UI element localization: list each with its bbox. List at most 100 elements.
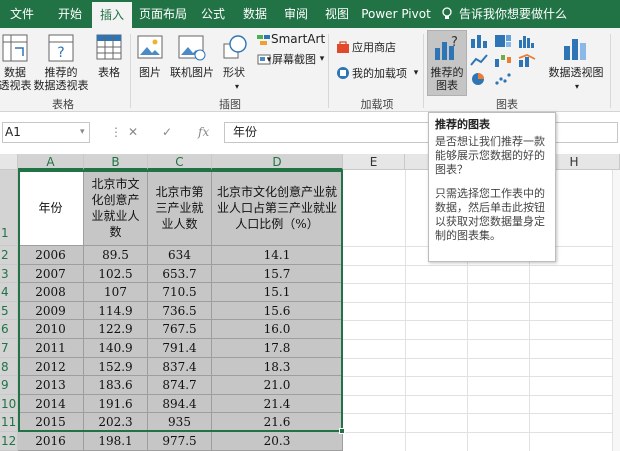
cell-year[interactable]: 2006 (18, 246, 84, 265)
cell-ratio[interactable]: 20.3 (212, 432, 343, 451)
cell-cultural-employment[interactable]: 89.5 (84, 246, 148, 265)
pie-chart-icon[interactable] (470, 72, 488, 86)
statistic-chart-icon[interactable] (518, 34, 536, 48)
cell-ratio[interactable]: 15.6 (212, 301, 343, 321)
confirm-icon[interactable]: ✓ (162, 122, 172, 143)
row-header[interactable]: 2 (0, 246, 18, 265)
row-header[interactable]: 4 (0, 283, 18, 302)
cell-year[interactable]: 2011 (18, 339, 84, 358)
column-header-a[interactable]: A (18, 154, 84, 170)
cell-cultural-employment[interactable]: 191.6 (84, 394, 148, 414)
cell-tertiary-employment[interactable]: 653.7 (148, 264, 212, 284)
row-header[interactable]: 1 (0, 170, 18, 246)
cell-tertiary-employment[interactable]: 837.4 (148, 357, 212, 377)
row-header[interactable]: 9 (0, 376, 18, 395)
cell-tertiary-employment[interactable]: 874.7 (148, 376, 212, 395)
cell-tertiary-employment[interactable]: 767.5 (148, 320, 212, 339)
header-cell-year[interactable]: 年份 (18, 170, 84, 246)
vertical-scrollbar[interactable] (612, 170, 620, 451)
line-chart-icon[interactable] (470, 53, 488, 67)
row-header[interactable]: 5 (0, 301, 18, 321)
cell-cultural-employment[interactable]: 152.9 (84, 357, 148, 377)
cell-year[interactable]: 2008 (18, 283, 84, 302)
cell-year[interactable]: 2010 (18, 320, 84, 339)
tab-insert[interactable]: 插入 (92, 2, 132, 28)
tab-home[interactable]: 开始 (50, 0, 90, 28)
cell-cultural-employment[interactable]: 114.9 (84, 301, 148, 321)
cell-tertiary-employment[interactable]: 894.4 (148, 394, 212, 414)
waterfall-chart-icon[interactable] (494, 53, 512, 67)
cell-ratio[interactable]: 21.4 (212, 394, 343, 414)
name-box[interactable]: A1 (2, 122, 90, 143)
row-header[interactable]: 10 (0, 394, 18, 414)
row-header[interactable]: 3 (0, 264, 18, 284)
cell-ratio[interactable]: 15.7 (212, 264, 343, 284)
header-cell-tertiary-employment[interactable]: 北京市第三产业就业人数 (148, 170, 212, 246)
cell-cultural-employment[interactable]: 102.5 (84, 264, 148, 284)
column-header-e[interactable]: E (343, 154, 405, 170)
function-icon[interactable]: fx (198, 122, 209, 143)
cancel-icon[interactable]: ✕ (128, 122, 138, 143)
row-header[interactable]: 11 (0, 413, 18, 432)
cell-year[interactable]: 2012 (18, 357, 84, 377)
cell-tertiary-employment[interactable]: 935 (148, 413, 212, 432)
tab-formulas[interactable]: 公式 (196, 0, 230, 28)
column-header-c[interactable]: C (148, 154, 212, 170)
gridline (343, 301, 612, 303)
tab-power-pivot[interactable]: Power Pivot (360, 0, 432, 28)
cell-year[interactable]: 2014 (18, 394, 84, 414)
cell-cultural-employment[interactable]: 107 (84, 283, 148, 302)
scatter-chart-icon[interactable] (494, 72, 512, 86)
column-chart-icon[interactable] (470, 34, 488, 48)
row-header[interactable]: 7 (0, 339, 18, 358)
tab-file[interactable]: 文件 (2, 0, 42, 28)
cell-cultural-employment[interactable]: 202.3 (84, 413, 148, 432)
cell-year[interactable]: 2016 (18, 432, 84, 451)
tab-page-layout[interactable]: 页面布局 (136, 0, 190, 28)
cell-cultural-employment[interactable]: 183.6 (84, 376, 148, 395)
cell-ratio[interactable]: 16.0 (212, 320, 343, 339)
header-cell-ratio[interactable]: 北京市文化创意产业就业人口占第三产业就业人口比例（%） (212, 170, 343, 246)
row-header[interactable]: 12 (0, 432, 18, 451)
cell-year[interactable]: 2013 (18, 376, 84, 395)
pivot-table-label: 数据 透视表 (0, 66, 32, 92)
cell-ratio[interactable]: 18.3 (212, 357, 343, 377)
row-header[interactable]: 6 (0, 320, 18, 339)
tab-review[interactable]: 审阅 (279, 0, 313, 28)
cell-year[interactable]: 2009 (18, 301, 84, 321)
cell-ratio[interactable]: 15.1 (212, 283, 343, 302)
cell-ratio[interactable]: 17.8 (212, 339, 343, 358)
cell-year[interactable]: 2015 (18, 413, 84, 432)
cell-cultural-employment[interactable]: 122.9 (84, 320, 148, 339)
group-separator (130, 34, 131, 108)
cell-tertiary-employment[interactable]: 634 (148, 246, 212, 265)
recommended-charts-icon: ? (435, 35, 458, 60)
recommended-pivot-label: 推荐的 数据透视表 (33, 66, 89, 92)
fill-handle[interactable] (339, 428, 345, 434)
cell-tertiary-employment[interactable]: 736.5 (148, 301, 212, 321)
pivot-table-icon (2, 34, 28, 62)
column-header-b[interactable]: B (84, 154, 148, 170)
cell-ratio[interactable]: 14.1 (212, 246, 343, 265)
select-all-corner[interactable] (0, 154, 18, 170)
name-box-dropdown-icon[interactable]: ▾ (80, 122, 85, 143)
cell-cultural-employment[interactable]: 140.9 (84, 339, 148, 358)
screenshot-label: 屏幕截图 (272, 53, 316, 66)
cell-tertiary-employment[interactable]: 710.5 (148, 283, 212, 302)
combo-chart-icon[interactable] (518, 53, 536, 67)
cell-tertiary-employment[interactable]: 791.4 (148, 339, 212, 358)
column-header-d[interactable]: D (212, 154, 343, 170)
header-cell-cultural-employment[interactable]: 北京市文化创意产业就业人数 (84, 170, 148, 246)
cell-ratio[interactable]: 21.6 (212, 413, 343, 432)
cell-tertiary-employment[interactable]: 977.5 (148, 432, 212, 451)
recommended-charts-button[interactable]: ? 推荐的 图表 (427, 30, 467, 96)
tab-view[interactable]: 视图 (320, 0, 354, 28)
tell-me-box[interactable]: 告诉我你想要做什么 (441, 0, 567, 28)
tab-data[interactable]: 数据 (238, 0, 272, 28)
cell-cultural-employment[interactable]: 198.1 (84, 432, 148, 451)
cell-year[interactable]: 2007 (18, 264, 84, 284)
row-header[interactable]: 8 (0, 357, 18, 377)
cell-ratio[interactable]: 21.0 (212, 376, 343, 395)
formula-input[interactable]: 年份 (224, 122, 618, 143)
hierarchy-chart-icon[interactable] (494, 34, 512, 48)
